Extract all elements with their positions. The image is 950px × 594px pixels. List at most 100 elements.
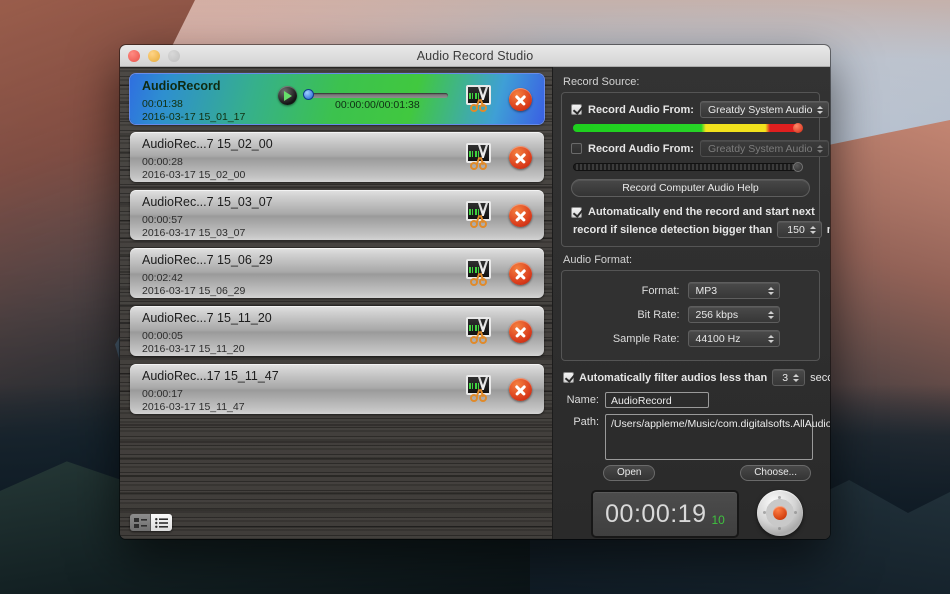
- recordings-list-panel: AudioRecord 00:01:38 2016-03-17 15_01_17…: [120, 67, 553, 539]
- table-row[interactable]: AudioRecord 00:01:38 2016-03-17 15_01_17…: [130, 74, 544, 124]
- recording-duration: 00:00:05: [142, 330, 183, 342]
- timer-value: 00:00:19: [605, 499, 707, 528]
- table-row[interactable]: AudioRec...7 15_02_00 00:00:28 2016-03-1…: [130, 132, 544, 182]
- timer-group: 00:00:19 10 Ready to record: [591, 490, 739, 539]
- play-icon[interactable]: [278, 86, 297, 105]
- table-row[interactable]: AudioRec...7 15_03_07 00:00:57 2016-03-1…: [130, 190, 544, 240]
- filter-seconds-stepper[interactable]: 3: [772, 369, 806, 386]
- settings-panel: Record Source: Record Audio From: Greatd…: [553, 67, 830, 539]
- record-source-label: Record Source:: [563, 76, 640, 88]
- format-label: Format:: [641, 284, 680, 297]
- record-source-box: Record Audio From: Greatdy System Audio …: [561, 92, 830, 247]
- record-button-group: Start Record: [749, 490, 811, 539]
- record-source-2-row: Record Audio From: Greatdy System Audio: [571, 140, 830, 157]
- elapsed-timer: 00:00:19 10: [591, 490, 739, 538]
- input-level-handle[interactable]: [793, 123, 803, 133]
- recordings-list: AudioRecord 00:01:38 2016-03-17 15_01_17…: [120, 67, 552, 414]
- record-source-1-value: Greatdy System Audio: [707, 103, 813, 116]
- recording-date: 2016-03-17 15_01_17: [142, 111, 246, 123]
- chevron-updown-icon: [793, 373, 800, 382]
- format-value: MP3: [695, 284, 718, 297]
- recording-date: 2016-03-17 15_11_20: [142, 343, 245, 355]
- chevron-updown-icon: [767, 334, 774, 343]
- auto-end-label-line2: record if silence detection bigger than: [573, 223, 773, 236]
- audio-edit-icon[interactable]: [465, 259, 494, 287]
- table-row[interactable]: AudioRec...17 15_11_47 00:00:17 2016-03-…: [130, 364, 544, 414]
- window-titlebar[interactable]: Audio Record Studio: [120, 45, 830, 67]
- seek-slider[interactable]: [305, 93, 448, 98]
- recording-date: 2016-03-17 15_06_29: [142, 285, 246, 297]
- recording-name: AudioRec...7 15_06_29: [142, 253, 273, 267]
- audio-edit-icon[interactable]: [465, 201, 494, 229]
- silence-threshold-unit: ms: [827, 224, 830, 236]
- path-input[interactable]: /Users/appleme/Music/com.digitalsofts.Al…: [605, 414, 830, 460]
- auto-end-row: Automatically end the record and start n…: [571, 206, 815, 218]
- list-view-icon[interactable]: [151, 514, 172, 531]
- recording-date: 2016-03-17 15_03_07: [142, 227, 246, 239]
- name-label: Name:: [566, 394, 599, 406]
- audio-format-box: Format: MP3 Bit Rate: 256 kbps Sample Ra…: [561, 270, 820, 361]
- delete-icon[interactable]: [509, 378, 532, 401]
- record-source-2-slider[interactable]: [573, 162, 803, 172]
- audio-edit-icon[interactable]: [465, 317, 494, 345]
- audio-edit-icon[interactable]: [465, 375, 494, 403]
- silence-threshold-value: 150: [787, 223, 805, 236]
- recording-duration: 00:00:17: [142, 388, 183, 400]
- auto-end-second-line: record if silence detection bigger than …: [573, 221, 830, 238]
- silence-threshold-stepper[interactable]: 150: [777, 221, 822, 238]
- view-mode-switcher: [130, 514, 172, 531]
- format-select[interactable]: MP3: [687, 282, 780, 299]
- delete-icon[interactable]: [509, 146, 532, 169]
- delete-icon[interactable]: [509, 320, 532, 343]
- window-title: Audio Record Studio: [416, 48, 534, 63]
- recording-duration: 00:01:38: [142, 98, 183, 110]
- record-computer-audio-help-button[interactable]: Record Computer Audio Help: [571, 179, 810, 197]
- samplerate-label: Sample Rate:: [612, 332, 680, 345]
- recording-duration: 00:00:57: [142, 214, 183, 226]
- table-row[interactable]: AudioRec...7 15_11_20 00:00:05 2016-03-1…: [130, 306, 544, 356]
- table-row[interactable]: AudioRec...7 15_06_29 00:02:42 2016-03-1…: [130, 248, 544, 298]
- record-source-1-row: Record Audio From: Greatdy System Audio: [571, 101, 830, 118]
- player-time: 00:00:00/00:01:38: [335, 99, 420, 111]
- recording-duration: 00:02:42: [142, 272, 183, 284]
- auto-filter-label: Automatically filter audios less than: [579, 371, 768, 384]
- start-record-button[interactable]: [756, 490, 803, 536]
- delete-icon[interactable]: [509, 88, 532, 111]
- auto-end-checkbox[interactable]: [571, 206, 582, 218]
- recording-duration: 00:00:28: [142, 156, 183, 168]
- recording-name: AudioRecord: [142, 79, 221, 93]
- audio-edit-icon[interactable]: [465, 85, 494, 113]
- recording-name: AudioRec...17 15_11_47: [142, 369, 279, 383]
- app-window: Audio Record Studio AudioRecord 00:01:38…: [120, 45, 830, 539]
- record-source-2-checkbox[interactable]: [571, 143, 582, 154]
- recording-name: AudioRec...7 15_11_20: [142, 311, 272, 325]
- audio-edit-icon[interactable]: [465, 143, 494, 171]
- auto-end-label-line1: Automatically end the record and start n…: [588, 206, 815, 218]
- delete-icon[interactable]: [509, 262, 532, 285]
- open-button[interactable]: Open: [603, 465, 656, 481]
- auto-filter-checkbox[interactable]: [563, 372, 574, 383]
- samplerate-select[interactable]: 44100 Hz: [687, 330, 780, 347]
- seek-handle[interactable]: [303, 89, 314, 100]
- choose-button[interactable]: Choose...: [740, 465, 811, 481]
- name-input[interactable]: AudioRecord: [605, 392, 709, 408]
- record-source-1-select[interactable]: Greatdy System Audio: [699, 101, 830, 118]
- samplerate-value: 44100 Hz: [695, 332, 741, 345]
- format-row: Format: MP3: [571, 282, 810, 299]
- recording-name: AudioRec...7 15_03_07: [142, 195, 273, 209]
- bitrate-value: 256 kbps: [695, 308, 739, 321]
- path-row: Path: /Users/appleme/Music/com.digitalso…: [563, 414, 830, 460]
- path-label: Path:: [573, 416, 599, 428]
- chevron-updown-icon: [817, 144, 824, 153]
- delete-icon[interactable]: [509, 204, 532, 227]
- record-source-2-value: Greatdy System Audio: [707, 142, 813, 155]
- bitrate-select[interactable]: 256 kbps: [687, 306, 780, 323]
- record-source-1-checkbox[interactable]: [571, 104, 582, 115]
- input-level-meter[interactable]: [573, 123, 803, 133]
- chevron-updown-icon: [817, 105, 824, 114]
- record-source-2-select[interactable]: Greatdy System Audio: [699, 140, 830, 157]
- path-buttons: Open Choose...: [603, 465, 811, 481]
- record-source-2-slider-handle[interactable]: [793, 162, 803, 172]
- filter-seconds-value: 3: [782, 371, 789, 384]
- grid-view-icon[interactable]: [130, 514, 151, 531]
